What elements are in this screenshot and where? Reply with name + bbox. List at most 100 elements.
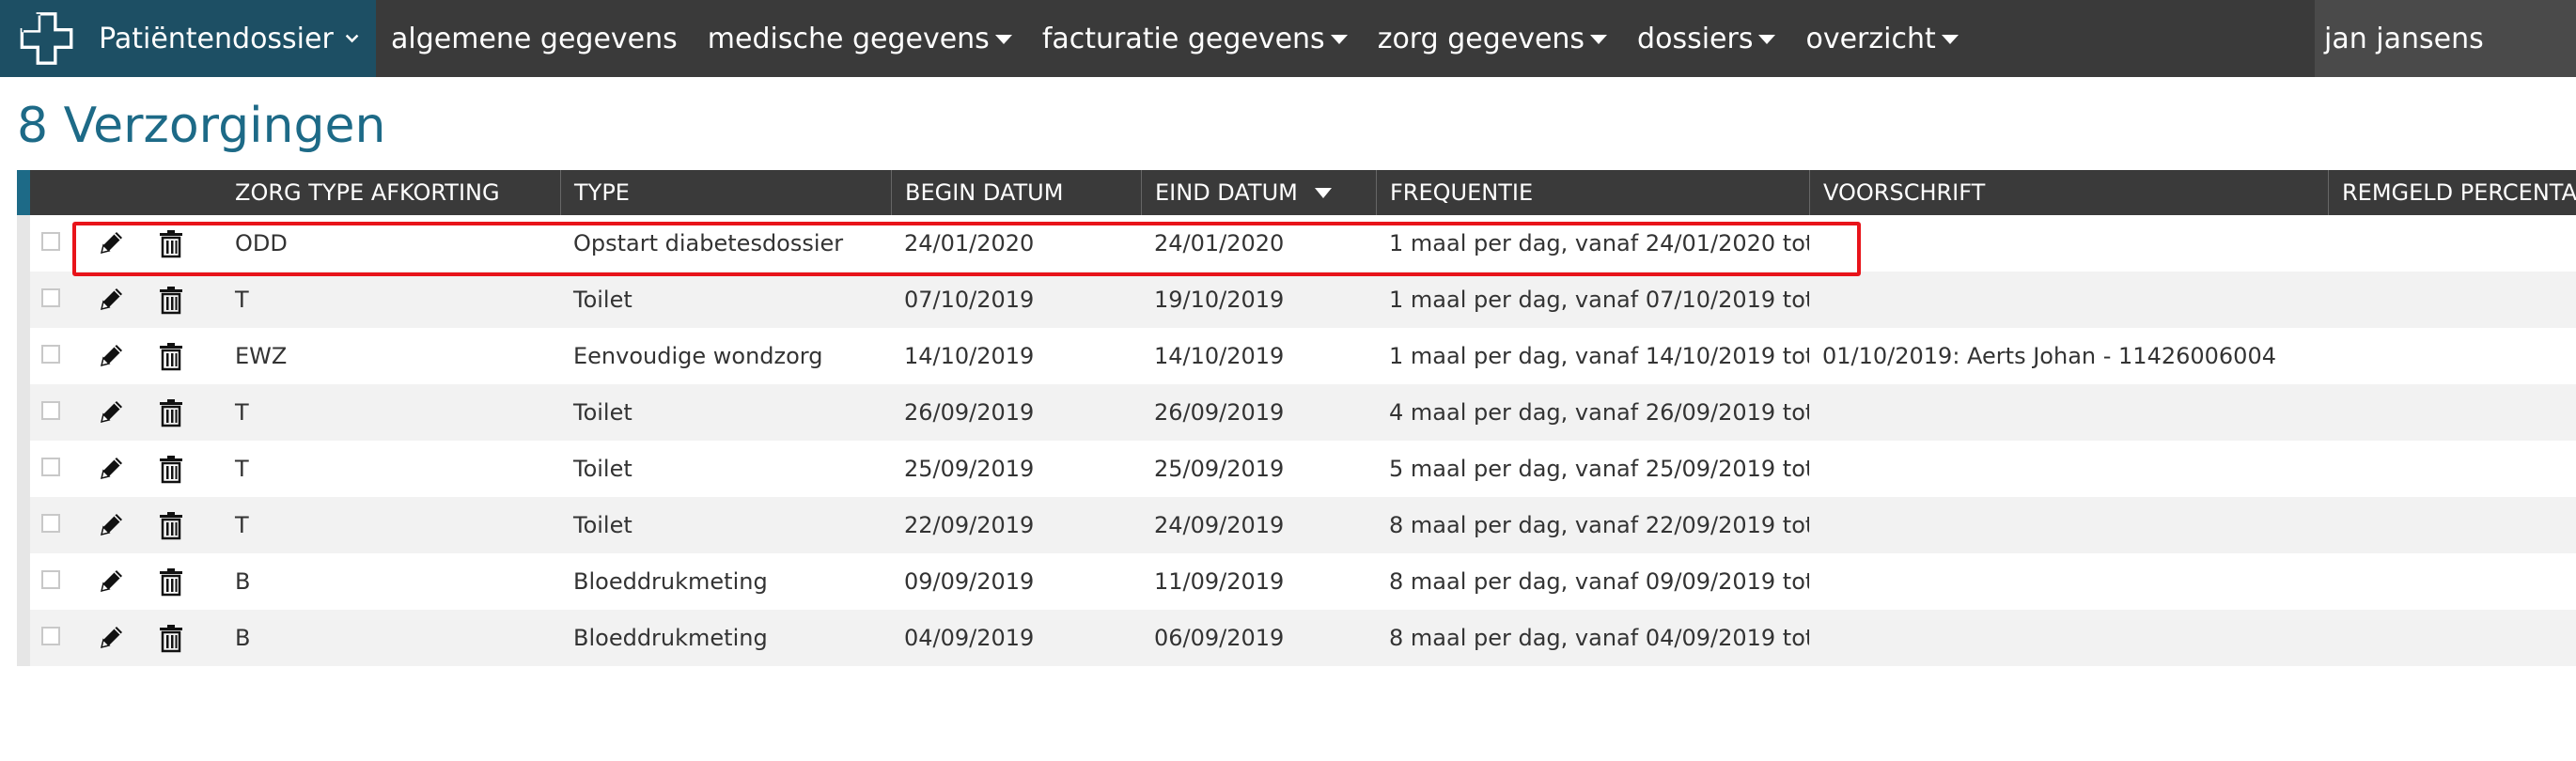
- pencil-icon[interactable]: [94, 396, 128, 429]
- column-header-label: TYPE: [574, 179, 630, 206]
- medical-cross-logo-icon: [20, 12, 73, 65]
- trash-icon[interactable]: [154, 452, 188, 486]
- cell-type: Toilet: [573, 456, 632, 482]
- cell-voorschrift: [1809, 497, 2328, 553]
- cell-frequentie: 1 maal per dag, vanaf 07/10/2019 tot en: [1389, 287, 1809, 313]
- pencil-icon[interactable]: [94, 508, 128, 542]
- cell-begin: 26/09/2019: [904, 399, 1035, 426]
- cell-afkorting: T: [235, 456, 249, 482]
- cell-begin: 14/10/2019: [904, 343, 1035, 369]
- cell-frequentie: 5 maal per dag, vanaf 25/09/2019 tot en: [1389, 456, 1809, 482]
- cell-frequentie: 8 maal per dag, vanaf 04/09/2019 tot en: [1389, 625, 1809, 651]
- row-accent: [17, 328, 30, 384]
- row-checkbox[interactable]: [41, 345, 60, 364]
- column-header-label: VOORSCHRIFT: [1823, 179, 1986, 206]
- cell-type: Eenvoudige wondzorg: [573, 343, 823, 369]
- cell-voorschrift: 01/10/2019: Aerts Johan - 11426006004: [1822, 343, 2276, 369]
- cell-afkorting: T: [235, 287, 249, 313]
- row-checkbox[interactable]: [41, 401, 60, 420]
- caret-down-icon: [1330, 35, 1348, 44]
- table-row[interactable]: T Toilet 26/09/2019 26/09/2019 4 maal per da…: [17, 384, 2576, 441]
- cell-frequentie: 8 maal per dag, vanaf 09/09/2019 tot en: [1389, 568, 1809, 595]
- trash-icon[interactable]: [154, 508, 188, 542]
- nav-item-zorg-gegevens[interactable]: zorg gegevens: [1363, 0, 1622, 77]
- row-checkbox[interactable]: [41, 288, 60, 307]
- column-header-remgeld-percentage[interactable]: REMGELD PERCENTAGE: [2328, 170, 2576, 215]
- trash-icon[interactable]: [154, 339, 188, 373]
- user-name: jan jansens: [2324, 22, 2484, 55]
- pencil-icon[interactable]: [94, 339, 128, 373]
- table-row[interactable]: B Bloeddrukmeting 09/09/2019 11/09/2019 8 ma…: [17, 553, 2576, 610]
- table-row[interactable]: EWZ Eenvoudige wondzorg 14/10/2019 14/10/20…: [17, 328, 2576, 384]
- cell-eind: 24/01/2020: [1154, 230, 1285, 256]
- nav-item-label: medische gegevens: [707, 22, 990, 55]
- column-header-eind-datum[interactable]: EIND DATUM: [1141, 170, 1376, 215]
- pencil-icon[interactable]: [94, 565, 128, 598]
- pencil-icon[interactable]: [94, 226, 128, 260]
- page-title: 8 Verzorgingen: [17, 98, 386, 154]
- brand-label: Patiëntendossier: [99, 22, 334, 55]
- table-row[interactable]: T Toilet 07/10/2019 19/10/2019 1 maal per da…: [17, 272, 2576, 328]
- row-checkbox[interactable]: [41, 232, 60, 251]
- user-menu[interactable]: jan jansens: [2315, 0, 2576, 77]
- column-header-frequentie[interactable]: FREQUENTIE: [1376, 170, 1809, 215]
- caret-down-icon: [1941, 35, 1959, 44]
- cell-frequentie: 8 maal per dag, vanaf 22/09/2019 tot en: [1389, 512, 1809, 538]
- row-checkbox[interactable]: [41, 514, 60, 533]
- cell-frequentie: 4 maal per dag, vanaf 26/09/2019 tot en: [1389, 399, 1809, 426]
- nav-item-overzicht[interactable]: overzicht: [1790, 0, 1973, 77]
- nav-item-medische-gegevens[interactable]: medische gegevens: [693, 0, 1027, 77]
- nav-item-label: dossiers: [1637, 22, 1754, 55]
- column-header-begin-datum[interactable]: BEGIN DATUM: [891, 170, 1141, 215]
- cell-eind: 19/10/2019: [1154, 287, 1285, 313]
- table-row[interactable]: T Toilet 22/09/2019 24/09/2019 8 maal per da…: [17, 497, 2576, 553]
- trash-icon[interactable]: [154, 226, 188, 260]
- cell-begin: 25/09/2019: [904, 456, 1035, 482]
- pencil-icon[interactable]: [94, 621, 128, 655]
- cell-type: Toilet: [573, 287, 632, 313]
- cell-begin: 09/09/2019: [904, 568, 1035, 595]
- chevron-down-icon: [345, 34, 359, 43]
- caret-down-icon: [1758, 35, 1776, 44]
- header-accent: [17, 170, 30, 215]
- row-accent: [17, 384, 30, 441]
- nav-item-label: overzicht: [1805, 22, 1936, 55]
- row-accent: [17, 272, 30, 328]
- table-row[interactable]: T Toilet 25/09/2019 25/09/2019 5 maal per da…: [17, 441, 2576, 497]
- brand-menu[interactable]: Patiëntendossier: [0, 0, 376, 77]
- cell-begin: 22/09/2019: [904, 512, 1035, 538]
- pencil-icon[interactable]: [94, 283, 128, 317]
- row-accent: [17, 497, 30, 553]
- row-checkbox[interactable]: [41, 627, 60, 645]
- row-accent: [17, 441, 30, 497]
- cell-voorschrift: [1809, 553, 2328, 610]
- cell-afkorting: T: [235, 399, 249, 426]
- nav-item-algemene-gegevens[interactable]: algemene gegevens: [376, 0, 693, 77]
- cell-type: Opstart diabetesdossier: [573, 230, 844, 256]
- trash-icon[interactable]: [154, 283, 188, 317]
- trash-icon[interactable]: [154, 396, 188, 429]
- row-accent: [17, 553, 30, 610]
- trash-icon[interactable]: [154, 565, 188, 598]
- table-row[interactable]: B Bloeddrukmeting 04/09/2019 06/09/2019 8 ma…: [17, 610, 2576, 666]
- trash-icon[interactable]: [154, 621, 188, 655]
- cell-voorschrift: [1809, 610, 2328, 666]
- table-row[interactable]: ODD Opstart diabetesdossier 24/01/2020 24/0…: [17, 215, 2576, 272]
- column-header-voorschrift[interactable]: VOORSCHRIFT: [1809, 170, 2328, 215]
- cell-begin: 04/09/2019: [904, 625, 1035, 651]
- column-header-afkorting[interactable]: ZORG TYPE AFKORTING: [222, 170, 579, 215]
- row-checkbox[interactable]: [41, 570, 60, 589]
- row-checkbox[interactable]: [41, 458, 60, 476]
- column-header-type[interactable]: TYPE: [560, 170, 891, 215]
- table-header: ZORG TYPE AFKORTING TYPE BEGIN DATUM EIN…: [17, 170, 2576, 215]
- pencil-icon[interactable]: [94, 452, 128, 486]
- cell-begin: 07/10/2019: [904, 287, 1035, 313]
- cell-frequentie: 1 maal per dag, vanaf 14/10/2019 tot en: [1389, 343, 1809, 369]
- cell-voorschrift: [1809, 441, 2328, 497]
- cell-type: Toilet: [573, 399, 632, 426]
- nav-item-dossiers[interactable]: dossiers: [1622, 0, 1790, 77]
- cell-type: Bloeddrukmeting: [573, 625, 768, 651]
- cell-voorschrift: [1809, 215, 2328, 272]
- caret-down-icon: [994, 35, 1012, 44]
- nav-item-facturatie-gegevens[interactable]: facturatie gegevens: [1027, 0, 1363, 77]
